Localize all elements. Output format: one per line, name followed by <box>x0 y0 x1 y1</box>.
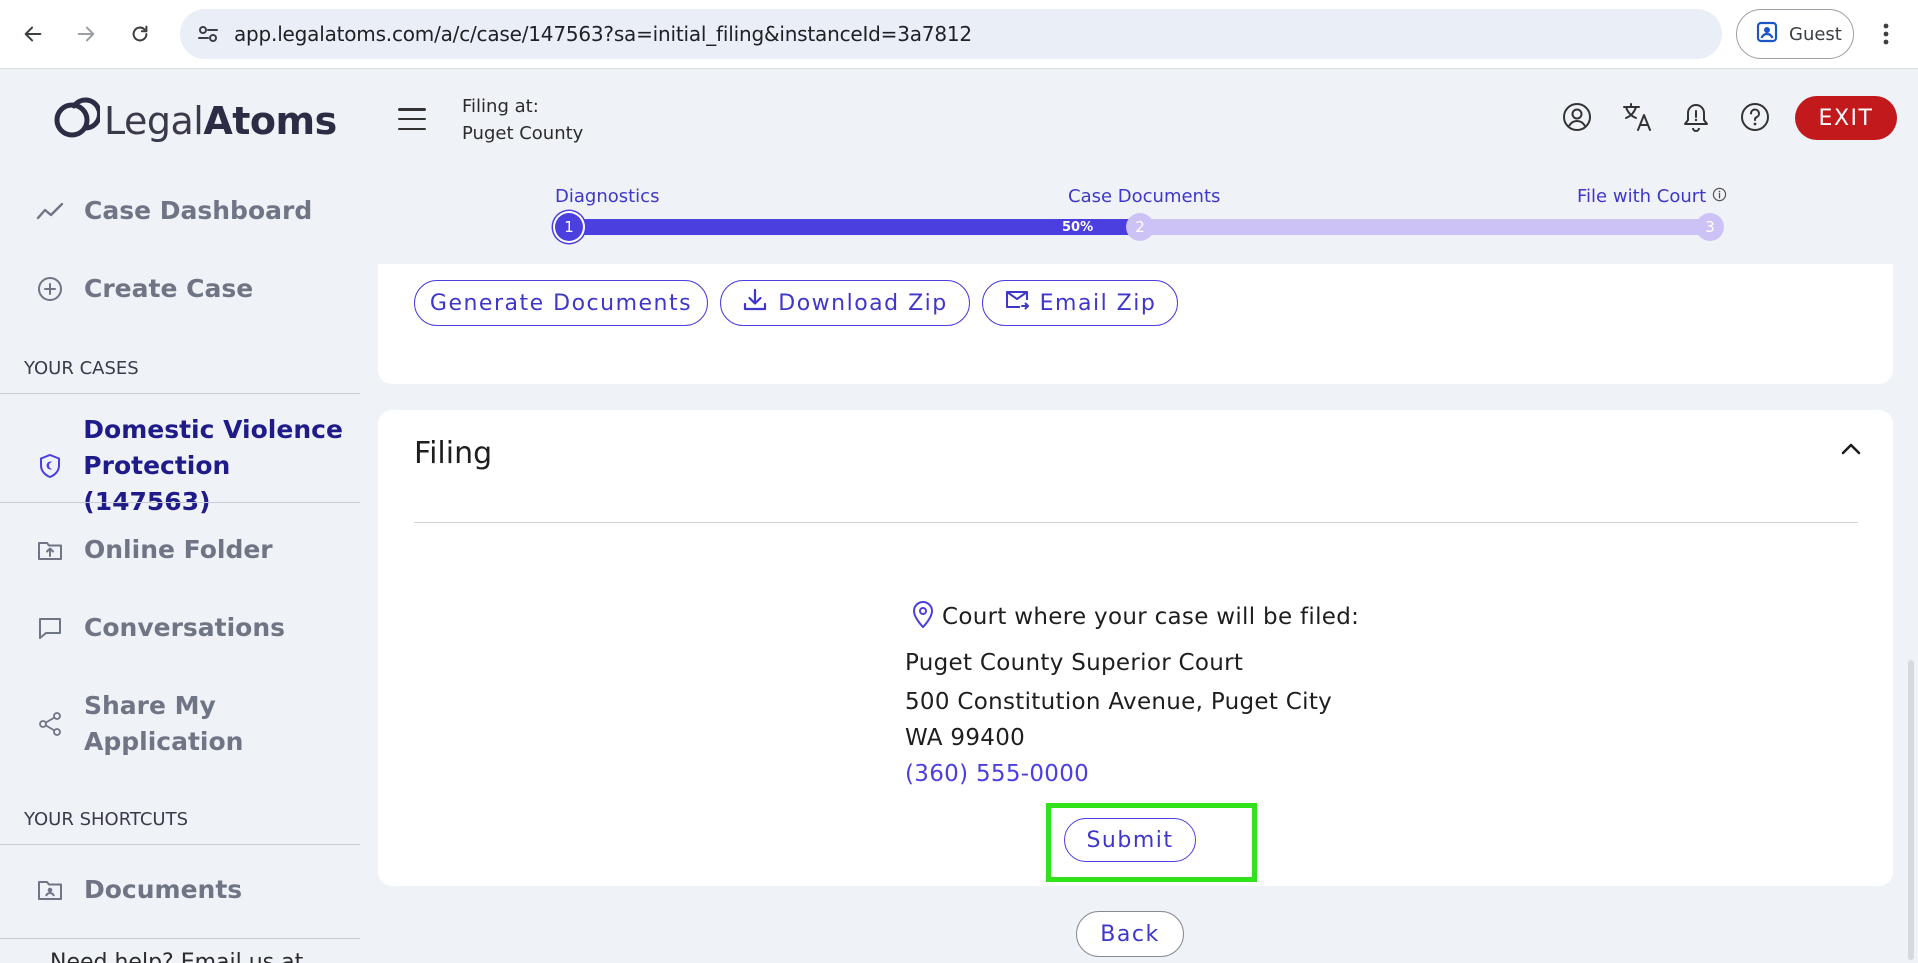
sidebar-item-label: Online Folder <box>84 535 273 564</box>
notification-bell-icon[interactable] <box>1679 100 1713 134</box>
court-address-line1: 500 Constitution Avenue, Puget City <box>905 689 1333 715</box>
sidebar-item-create-case[interactable]: Create Case <box>34 274 253 303</box>
sidebar-item-online-folder[interactable]: Online Folder <box>34 535 273 564</box>
active-case-label: Domestic Violence Protection (147563) <box>83 415 343 516</box>
email-zip-button[interactable]: Email Zip <box>982 280 1178 326</box>
translate-icon[interactable] <box>1620 100 1654 134</box>
hamburger-menu-icon[interactable] <box>398 108 426 130</box>
brand-logo[interactable]: LegalAtoms <box>52 94 337 147</box>
sidebar-divider <box>0 938 360 939</box>
submit-highlight-box <box>1046 803 1257 882</box>
filing-location: Filing at: Puget County <box>462 93 583 147</box>
progress-fill <box>556 219 1133 235</box>
url-text: app.legalatoms.com/a/c/case/147563?sa=in… <box>234 22 972 46</box>
step-dot-2[interactable]: 2 <box>1126 213 1154 241</box>
step-dot-1[interactable]: 1 <box>555 213 583 241</box>
filing-divider <box>414 522 1858 523</box>
sidebar-item-label: Share My Application <box>84 691 244 756</box>
sidebar-item-label: Conversations <box>84 613 286 642</box>
download-zip-button[interactable]: Download Zip <box>720 280 970 326</box>
sidebar-item-label: Case Dashboard <box>84 196 313 225</box>
filing-at-label: Filing at: <box>462 96 539 117</box>
trend-line-icon <box>34 201 66 221</box>
chat-bubble-icon <box>34 616 66 640</box>
scrollbar-thumb[interactable] <box>1908 660 1914 960</box>
download-zip-label: Download Zip <box>778 290 948 316</box>
generate-documents-button[interactable]: Generate Documents <box>414 280 708 326</box>
download-icon <box>742 287 768 319</box>
address-bar[interactable]: app.legalatoms.com/a/c/case/147563?sa=in… <box>180 9 1722 59</box>
brand-name: LegalAtoms <box>104 98 337 143</box>
shield-icon <box>34 453 65 479</box>
sidebar-item-documents[interactable]: Documents <box>34 875 242 904</box>
court-address-line2: WA 99400 <box>905 725 1026 751</box>
back-button[interactable]: Back <box>1076 911 1184 957</box>
progress-percent: 50% <box>1062 220 1094 235</box>
sidebar-divider <box>0 393 360 394</box>
step-label-diagnostics[interactable]: Diagnostics <box>555 186 659 207</box>
court-heading-text: Court where your case will be filed: <box>942 604 1360 630</box>
profile-button[interactable]: Guest <box>1736 9 1854 59</box>
help-email-text: Need help? Email us at <box>50 950 304 963</box>
step-dot-3[interactable]: 3 <box>1696 213 1724 241</box>
reload-icon[interactable] <box>124 18 156 50</box>
sidebar-item-conversations[interactable]: Conversations <box>34 613 285 642</box>
back-arrow-icon[interactable] <box>17 18 49 50</box>
filing-title: Filing <box>414 436 493 471</box>
step-label-case-documents[interactable]: Case Documents <box>1068 186 1220 207</box>
forward-arrow-icon[interactable] <box>70 18 102 50</box>
sidebar-item-label: Documents <box>84 875 243 904</box>
email-forward-icon <box>1004 289 1030 317</box>
help-question-icon[interactable] <box>1738 100 1772 134</box>
sidebar-divider <box>0 502 360 503</box>
sidebar: LegalAtoms Case Dashboard Create Case YO… <box>0 70 360 963</box>
folder-upload-icon <box>34 539 66 561</box>
court-name: Puget County Superior Court <box>905 650 1244 676</box>
browser-toolbar: app.legalatoms.com/a/c/case/147563?sa=in… <box>0 0 1918 69</box>
your-shortcuts-heading: YOUR SHORTCUTS <box>24 809 189 830</box>
sidebar-divider <box>0 844 360 845</box>
sidebar-item-active-case[interactable]: Domestic Violence Protection (147563) <box>34 412 360 520</box>
info-icon[interactable] <box>1712 186 1727 207</box>
sidebar-item-case-dashboard[interactable]: Case Dashboard <box>34 196 312 225</box>
profile-icon <box>1755 20 1779 49</box>
plus-circle-icon <box>34 276 66 302</box>
sidebar-item-label: Create Case <box>84 274 254 303</box>
profile-label: Guest <box>1789 23 1842 45</box>
site-settings-icon[interactable] <box>196 22 220 51</box>
court-heading: Court where your case will be filed: <box>908 598 1359 636</box>
chevron-up-icon[interactable] <box>1840 442 1862 461</box>
filing-at-value: Puget County <box>462 123 584 144</box>
location-pin-icon <box>908 598 938 636</box>
folder-user-icon <box>34 879 66 901</box>
your-cases-heading: YOUR CASES <box>24 358 139 379</box>
court-phone-link[interactable]: (360) 555-0000 <box>905 761 1089 787</box>
step-label-file-with-court[interactable]: File with Court <box>1577 186 1727 207</box>
documents-card: Generate Documents Download Zip Email Zi… <box>378 264 1893 384</box>
more-vertical-icon[interactable] <box>1874 18 1898 50</box>
account-icon[interactable] <box>1560 100 1594 134</box>
legalatoms-logo-icon <box>52 94 102 147</box>
exit-button[interactable]: EXIT <box>1795 96 1897 140</box>
step-label-text: File with Court <box>1577 186 1707 207</box>
email-zip-label: Email Zip <box>1039 290 1157 316</box>
sidebar-item-share-application[interactable]: Share My Application <box>34 688 243 760</box>
share-icon <box>34 711 66 737</box>
